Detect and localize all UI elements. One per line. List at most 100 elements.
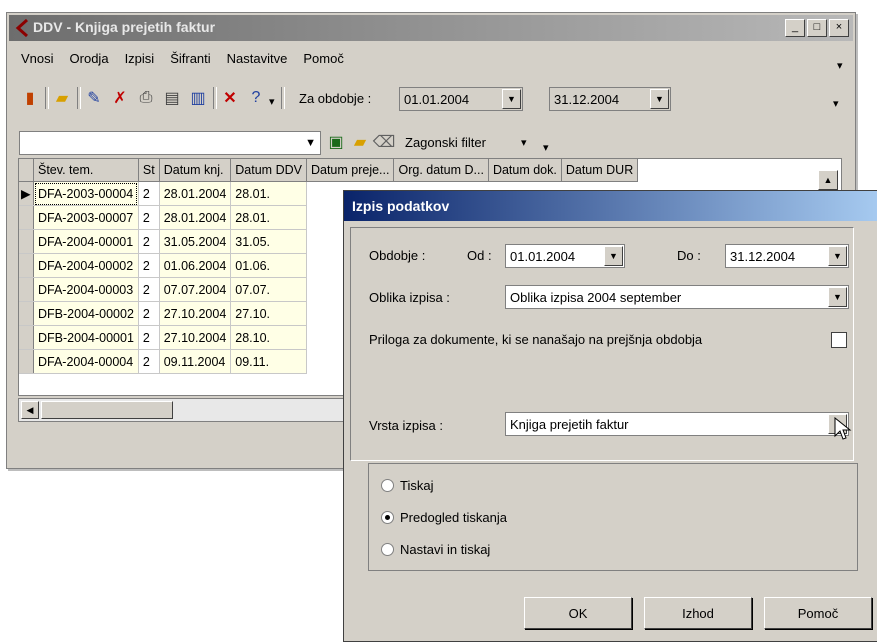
chart-icon[interactable]: ▮: [19, 87, 41, 109]
properties-icon[interactable]: ▤: [161, 87, 183, 109]
cell-st[interactable]: 2: [138, 349, 160, 374]
cell-st[interactable]: 2: [138, 205, 160, 230]
radio-setup-print[interactable]: Nastavi in tiskaj: [381, 542, 490, 557]
cell-posting-date[interactable]: 28.01.2004: [159, 181, 232, 206]
radio-preview-label[interactable]: Predogled tiskanja: [400, 510, 507, 525]
dialog-titlebar[interactable]: Izpis podatkov: [344, 191, 877, 221]
column-header[interactable]: Datum preje...: [306, 159, 395, 182]
cell-doc-number[interactable]: DFB-2004-00001: [33, 325, 139, 350]
book-icon[interactable]: ▥: [187, 87, 209, 109]
cell-vat-date[interactable]: 28.10.: [230, 325, 307, 350]
save-icon[interactable]: ▣: [325, 131, 347, 153]
cell-vat-date[interactable]: 07.07.: [230, 277, 307, 302]
main-titlebar[interactable]: DDV - Knjiga prejetih faktur _ □ ×: [9, 15, 853, 41]
open-folder-icon[interactable]: ▰: [349, 131, 371, 153]
scroll-left-icon[interactable]: ◀: [21, 401, 39, 419]
cell-vat-date[interactable]: 28.01.: [230, 181, 307, 206]
maximize-button[interactable]: □: [807, 19, 827, 37]
cell-posting-date[interactable]: 27.10.2004: [159, 301, 232, 326]
toolbar-overflow-icon[interactable]: ▾: [833, 97, 839, 110]
cell-doc-number[interactable]: DFA-2003-00004: [33, 181, 139, 206]
radio-print[interactable]: Tiskaj: [381, 478, 433, 493]
chevron-down-icon[interactable]: ▼: [604, 246, 623, 266]
cell-st[interactable]: 2: [138, 325, 160, 350]
help-icon[interactable]: ?: [245, 87, 267, 109]
from-date-value[interactable]: 01.01.2004: [506, 249, 604, 264]
cell-vat-date[interactable]: 27.10.: [230, 301, 307, 326]
column-header[interactable]: Datum dok.: [488, 159, 562, 182]
report-type-combo[interactable]: Knjiga prejetih faktur ▼: [505, 412, 849, 436]
toolbar-overflow-icon[interactable]: ▾: [543, 141, 549, 154]
radio-print-label[interactable]: Tiskaj: [400, 478, 433, 493]
cell-vat-date[interactable]: 01.06.: [230, 253, 307, 278]
cell-doc-number[interactable]: DFA-2004-00004: [33, 349, 139, 374]
startup-filter-label[interactable]: Zagonski filter: [405, 135, 486, 150]
cell-doc-number[interactable]: DFA-2004-00002: [33, 253, 139, 278]
eraser-icon[interactable]: ⌫: [373, 131, 396, 153]
menu-vnosi[interactable]: Vnosi: [21, 51, 54, 66]
cell-vat-date[interactable]: 09.11.: [230, 349, 307, 374]
attachment-checkbox[interactable]: [831, 332, 847, 348]
chevron-down-icon[interactable]: ▼: [305, 137, 316, 149]
period-from-combo[interactable]: 01.01.2004 ▼: [399, 87, 523, 111]
menu-izpisi[interactable]: Izpisi: [125, 51, 155, 66]
period-to-combo[interactable]: 31.12.2004 ▼: [549, 87, 671, 111]
radio-print-circle[interactable]: [381, 479, 394, 492]
toolbar-more-icon[interactable]: ▾: [269, 95, 275, 108]
menu-orodja[interactable]: Orodja: [70, 51, 109, 66]
menu-overflow-icon[interactable]: ▾: [837, 59, 843, 72]
cell-doc-number[interactable]: DFA-2003-00007: [33, 205, 139, 230]
print-icon[interactable]: ⎙: [135, 87, 157, 109]
cell-st[interactable]: 2: [138, 301, 160, 326]
column-header[interactable]: Datum knj.: [159, 159, 232, 182]
chevron-down-icon[interactable]: ▼: [502, 89, 521, 109]
open-folder-icon[interactable]: ▰: [51, 87, 73, 109]
cell-posting-date[interactable]: 31.05.2004: [159, 229, 232, 254]
menu-sifranti[interactable]: Šifranti: [170, 51, 210, 66]
cell-st[interactable]: 2: [138, 253, 160, 278]
cell-posting-date[interactable]: 07.07.2004: [159, 277, 232, 302]
minimize-button[interactable]: _: [785, 19, 805, 37]
filter-combo[interactable]: ▼: [19, 131, 321, 155]
radio-preview[interactable]: Predogled tiskanja: [381, 510, 507, 525]
column-header[interactable]: Datum DDV: [230, 159, 307, 182]
scrollbar-thumb[interactable]: [41, 401, 173, 419]
filter-icon[interactable]: ✎: [83, 87, 105, 109]
radio-setup-print-label[interactable]: Nastavi in tiskaj: [400, 542, 490, 557]
cell-posting-date[interactable]: 01.06.2004: [159, 253, 232, 278]
startup-filter-dropdown-icon[interactable]: ▾: [521, 136, 527, 149]
ok-button[interactable]: OK: [524, 597, 632, 629]
cell-st[interactable]: 2: [138, 181, 160, 206]
close-button[interactable]: ×: [829, 19, 849, 37]
cell-vat-date[interactable]: 31.05.: [230, 229, 307, 254]
format-combo[interactable]: Oblika izpisa 2004 september ▼: [505, 285, 849, 309]
column-header[interactable]: Štev. tem.: [33, 159, 139, 182]
cell-doc-number[interactable]: DFA-2004-00001: [33, 229, 139, 254]
column-header[interactable]: Org. datum D...: [393, 159, 489, 182]
cell-posting-date[interactable]: 09.11.2004: [159, 349, 232, 374]
cell-posting-date[interactable]: 27.10.2004: [159, 325, 232, 350]
cell-doc-number[interactable]: DFB-2004-00002: [33, 301, 139, 326]
radio-preview-circle[interactable]: [381, 511, 394, 524]
chevron-down-icon[interactable]: ▼: [828, 287, 847, 307]
to-date-value[interactable]: 31.12.2004: [726, 249, 828, 264]
to-date-combo[interactable]: 31.12.2004 ▼: [725, 244, 849, 268]
menu-nastavitve[interactable]: Nastavitve: [227, 51, 288, 66]
cell-vat-date[interactable]: 28.01.: [230, 205, 307, 230]
from-date-combo[interactable]: 01.01.2004 ▼: [505, 244, 625, 268]
help-button[interactable]: Pomoč: [764, 597, 872, 629]
column-header[interactable]: Datum DUR: [561, 159, 639, 182]
exit-button[interactable]: Izhod: [644, 597, 752, 629]
chevron-down-icon[interactable]: ▼: [828, 246, 847, 266]
remove-filter-icon[interactable]: ✗: [109, 87, 131, 109]
delete-icon[interactable]: ✕: [219, 87, 241, 109]
chevron-down-icon[interactable]: ▼: [650, 89, 669, 109]
radio-setup-print-circle[interactable]: [381, 543, 394, 556]
scroll-up-button[interactable]: ▲: [818, 170, 838, 190]
cell-st[interactable]: 2: [138, 229, 160, 254]
cell-doc-number[interactable]: DFA-2004-00003: [33, 277, 139, 302]
menu-pomoc[interactable]: Pomoč: [303, 51, 343, 66]
cell-st[interactable]: 2: [138, 277, 160, 302]
column-header[interactable]: St: [138, 159, 160, 182]
cell-posting-date[interactable]: 28.01.2004: [159, 205, 232, 230]
